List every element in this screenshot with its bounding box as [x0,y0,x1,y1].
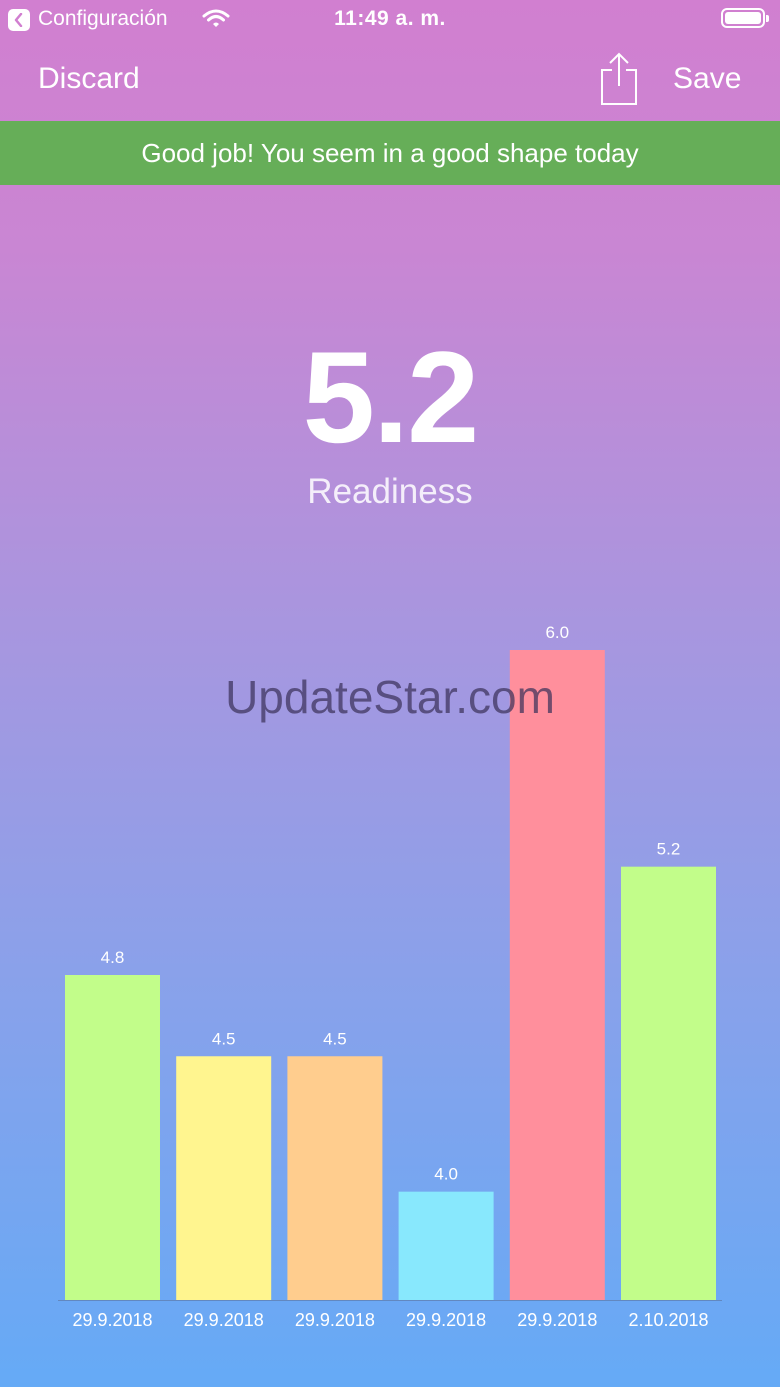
x-tick-label-3: 29.9.2018 [295,1310,375,1330]
bar-value-label-3: 4.5 [323,1029,347,1048]
x-tick-label-4: 29.9.2018 [406,1310,486,1330]
bar-3[interactable] [287,1056,383,1300]
bar-2[interactable] [176,1056,272,1300]
share-icon[interactable] [598,52,640,111]
bar-value-label-4: 4.0 [434,1165,458,1184]
bar-4[interactable] [398,1191,494,1300]
x-tick-label-6: 2.10.2018 [628,1310,708,1330]
bar-value-label-6: 5.2 [657,840,681,859]
readiness-score: 5.2 [302,324,480,470]
navigation-bar: Discard Save [0,40,780,121]
x-tick-label-5: 29.9.2018 [517,1310,597,1330]
bar-5[interactable] [509,650,605,1300]
banner-message: Good job! You seem in a good shape today [141,138,639,168]
bar-1[interactable] [65,975,160,1300]
save-button[interactable]: Save [673,62,741,96]
bar-6[interactable] [621,866,716,1300]
status-bar: Configuración 11:49 a. m. [0,0,780,40]
status-banner: Good job! You seem in a good shape today [0,121,780,185]
bar-value-label-2: 4.5 [212,1029,236,1048]
x-tick-label-1: 29.9.2018 [72,1310,152,1330]
x-tick-label-2: 29.9.2018 [184,1310,264,1330]
bar-value-label-5: 6.0 [545,623,569,642]
bar-value-label-1: 4.8 [101,948,125,967]
battery-icon [721,8,769,28]
status-time: 11:49 a. m. [334,7,446,30]
watermark: UpdateStar.com [225,671,555,723]
discard-button[interactable]: Discard [38,62,140,96]
readiness-label: Readiness [307,472,473,511]
